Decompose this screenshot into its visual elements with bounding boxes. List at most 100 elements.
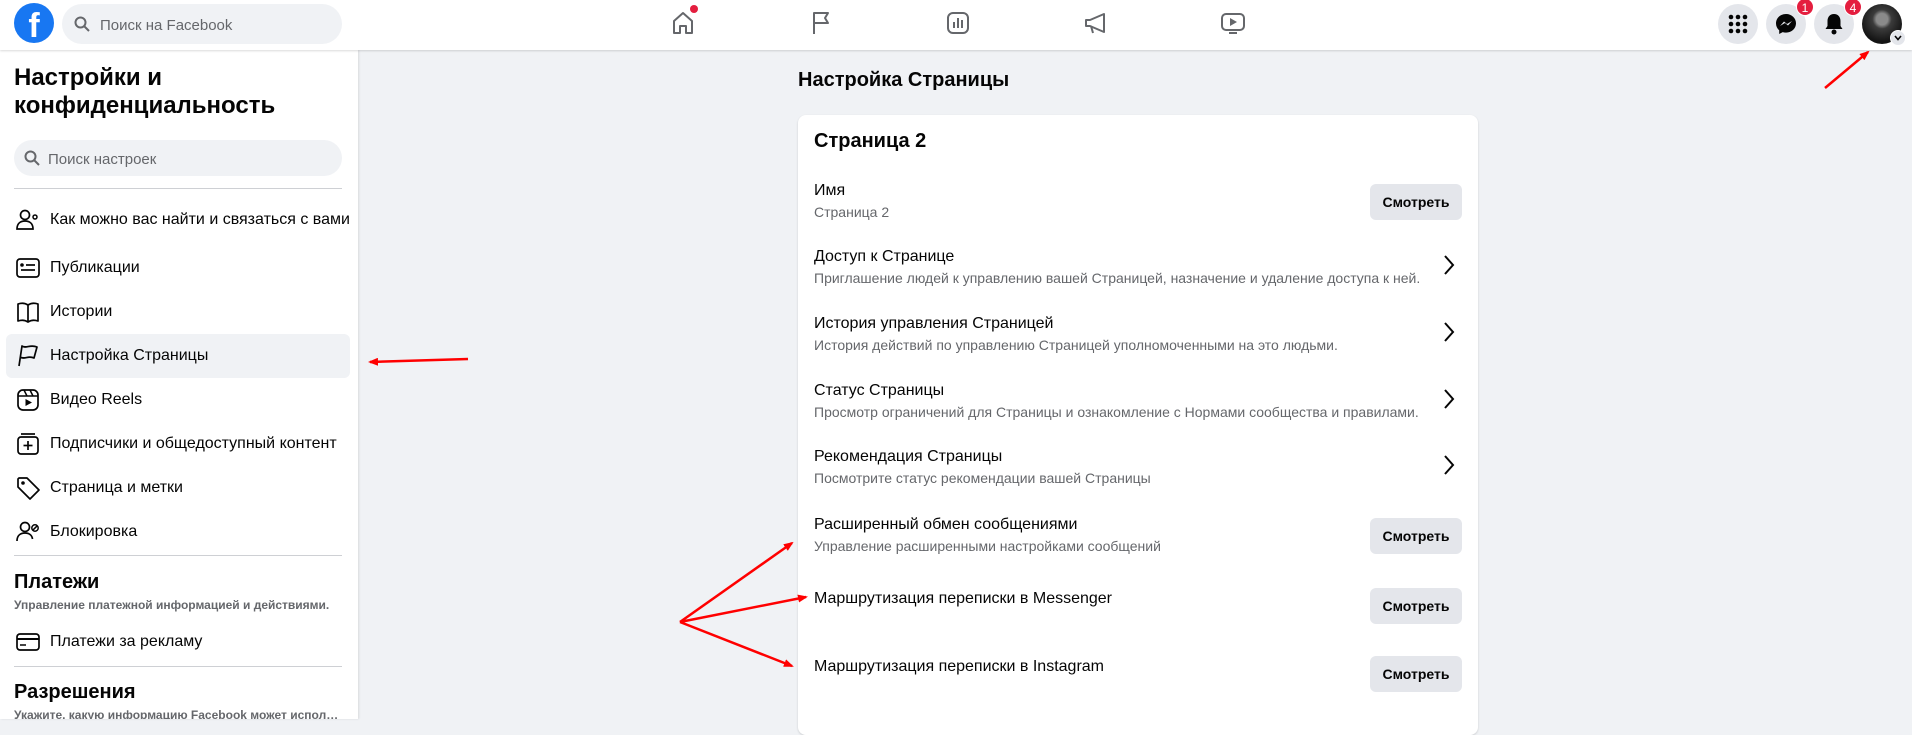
setting-row-management-history[interactable]: История управления Страницей История дей… — [814, 313, 1462, 373]
arrow-to-messenger-routing — [679, 594, 808, 624]
setting-title: Имя — [814, 182, 846, 199]
settings-search-box[interactable] — [14, 140, 342, 178]
sidebar-item-label: Как можно вас найти и связаться с вами — [50, 211, 350, 228]
card-title: Страница 2 — [814, 130, 927, 152]
sidebar-item-reels[interactable]: Видео Reels — [6, 378, 350, 422]
messenger-button[interactable]: 1 — [1766, 0, 1814, 44]
arrow-to-avatar — [1824, 50, 1870, 89]
messenger-icon — [1776, 14, 1796, 34]
insights-icon — [947, 12, 969, 34]
setting-title: Маршрутизация переписки в Instagram — [814, 658, 1104, 675]
setting-row-page-status[interactable]: Статус Страницы Просмотр ограничений для… — [814, 380, 1462, 440]
setting-row-name: Имя Страница 2 Смотреть — [814, 180, 1462, 240]
view-instagram-routing-button[interactable]: Смотреть — [1370, 656, 1462, 692]
chevron-right-icon[interactable] — [1442, 321, 1456, 343]
view-advanced-messaging-button[interactable]: Смотреть — [1370, 518, 1462, 554]
nav-video[interactable] — [1178, 0, 1288, 46]
notifications-badge: 4 — [1844, 0, 1862, 16]
chevron-right-icon[interactable] — [1442, 254, 1456, 276]
view-name-button[interactable]: Смотреть — [1370, 184, 1462, 220]
sidebar-item-label: Видео Reels — [50, 391, 143, 408]
divider — [14, 666, 342, 667]
setting-title: Маршрутизация переписки в Messenger — [814, 590, 1113, 607]
setting-title: Расширенный обмен сообщениями — [814, 516, 1078, 533]
posts-icon — [14, 254, 42, 282]
sidebar-item-label: Подписчики и общедоступный контент — [50, 435, 337, 452]
setting-subtitle: История действий по управлению Страницей… — [814, 337, 1338, 353]
page-settings-card: Страница 2 Имя Страница 2 Смотреть Досту… — [798, 115, 1478, 735]
sidebar-item-page-setup[interactable]: Настройка Страницы — [6, 334, 350, 378]
tag-icon — [14, 474, 42, 502]
chevron-down-icon[interactable] — [1890, 30, 1906, 46]
settings-sidebar: Настройки и конфиденциальность Как можно… — [0, 50, 358, 719]
divider — [14, 188, 342, 189]
setting-title: Доступ к Странице — [814, 248, 955, 265]
setting-subtitle: Просмотр ограничений для Страницы и озна… — [814, 404, 1419, 420]
search-input[interactable] — [98, 4, 322, 46]
nav-insights[interactable] — [903, 0, 1013, 46]
settings-search-input[interactable] — [46, 140, 330, 178]
home-notification-dot — [690, 5, 698, 13]
card-icon — [14, 628, 42, 656]
setting-subtitle: Страница 2 — [814, 204, 890, 220]
search-icon — [24, 150, 40, 166]
setting-row-messenger-routing: Маршрутизация переписки в Messenger Смот… — [814, 588, 1462, 648]
page-title: Настройка Страницы — [798, 69, 1010, 91]
view-messenger-routing-button[interactable]: Смотреть — [1370, 588, 1462, 624]
nav-ads[interactable] — [1041, 0, 1151, 46]
video-icon — [1221, 13, 1245, 34]
sidebar-item-blocking[interactable]: Блокировка — [6, 510, 350, 554]
section-subtitle-permissions: Укажите, какую информацию Facebook может… — [14, 708, 344, 719]
setting-subtitle: Управление расширенными настройками сооб… — [814, 538, 1161, 554]
facebook-search-box[interactable] — [62, 4, 342, 46]
section-title-permissions: Разрешения — [14, 681, 136, 703]
setting-row-page-access[interactable]: Доступ к Странице Приглашение людей к уп… — [814, 246, 1462, 306]
facebook-logo[interactable]: f — [14, 3, 54, 43]
sidebar-item-label: Истории — [50, 303, 113, 320]
chevron-right-icon[interactable] — [1442, 454, 1456, 476]
arrow-to-page-setup — [368, 357, 469, 366]
home-icon — [673, 12, 693, 34]
sidebar-item-label: Блокировка — [50, 523, 138, 540]
setting-title: Рекомендация Страницы — [814, 448, 1003, 465]
sidebar-title: Настройки и конфиденциальность — [14, 64, 276, 119]
sidebar-item-ad-payments[interactable]: Платежи за рекламу — [6, 620, 350, 664]
block-person-icon — [14, 518, 42, 546]
nav-home[interactable] — [628, 0, 738, 46]
setting-row-instagram-routing: Маршрутизация переписки в Instagram Смот… — [814, 656, 1462, 716]
chevron-right-icon[interactable] — [1442, 388, 1456, 410]
menu-button[interactable] — [1718, 4, 1758, 44]
setting-title: Статус Страницы — [814, 382, 945, 399]
section-subtitle-payments: Управление платежной информацией и дейст… — [14, 598, 330, 612]
search-icon — [74, 16, 90, 32]
sidebar-item-page-tags[interactable]: Страница и метки — [6, 466, 350, 510]
grid-menu-icon — [1728, 14, 1748, 34]
sidebar-item-stories[interactable]: Истории — [6, 290, 350, 334]
divider — [14, 555, 342, 556]
sidebar-item-followers[interactable]: Подписчики и общедоступный контент — [6, 422, 350, 466]
notifications-button[interactable]: 4 — [1814, 0, 1862, 44]
arrow-to-advanced-messaging — [679, 541, 794, 624]
book-icon — [14, 298, 42, 326]
setting-row-recommendation[interactable]: Рекомендация Страницы Посмотрите статус … — [814, 446, 1462, 506]
setting-row-advanced-messaging: Расширенный обмен сообщениями Управление… — [814, 514, 1462, 574]
setting-title: История управления Страницей — [814, 315, 1054, 332]
sidebar-item-find-contact[interactable]: Как можно вас найти и связаться с вами — [6, 194, 350, 246]
bell-icon — [1825, 14, 1843, 35]
nav-pages[interactable] — [766, 0, 876, 46]
sidebar-item-label: Публикации — [50, 259, 140, 276]
top-navigation-bar: f 1 4 — [0, 0, 1912, 50]
arrow-to-instagram-routing — [679, 620, 794, 668]
setting-subtitle: Посмотрите статус рекомендации вашей Стр… — [814, 470, 1151, 486]
person-contact-icon — [14, 206, 42, 234]
sidebar-item-label: Страница и метки — [50, 479, 183, 496]
section-title-payments: Платежи — [14, 571, 100, 593]
megaphone-icon — [1085, 13, 1105, 34]
flag-icon — [14, 342, 42, 370]
sidebar-item-label: Платежи за рекламу — [50, 633, 203, 650]
add-content-icon — [14, 430, 42, 458]
sidebar-item-label: Настройка Страницы — [50, 347, 209, 364]
reels-icon — [14, 386, 42, 414]
sidebar-item-posts[interactable]: Публикации — [6, 246, 350, 290]
flag-icon — [813, 12, 829, 34]
